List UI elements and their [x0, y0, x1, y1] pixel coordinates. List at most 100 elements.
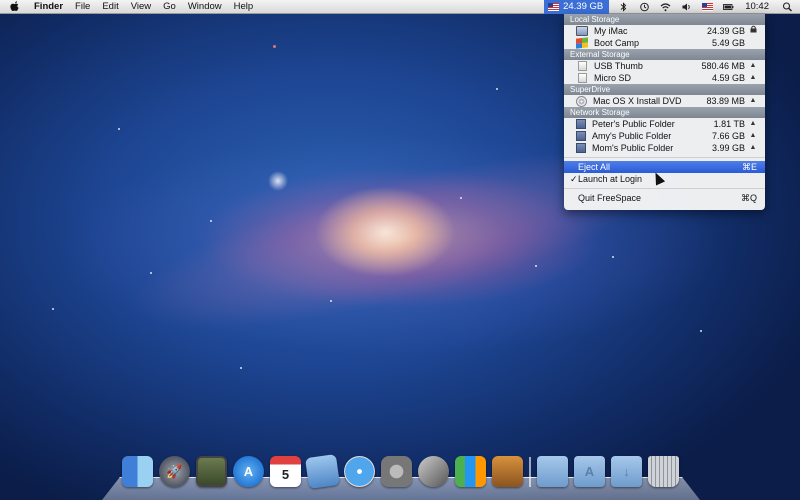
menu-bar: Finder File Edit View Go Window Help 24.… — [0, 0, 800, 14]
quit-freespace-menu-item[interactable]: Quit FreeSpace ⌘Q — [564, 192, 765, 204]
quit-shortcut: ⌘Q — [740, 193, 757, 203]
volume-row-amys-folder[interactable]: Amy's Public Folder 7.66 GB ▲ — [564, 130, 765, 142]
volume-size: 24.39 GB — [706, 26, 745, 36]
star — [240, 367, 242, 369]
volume-size: 83.89 MB — [706, 96, 745, 106]
volume-row-install-dvd[interactable]: Mac OS X Install DVD 83.89 MB ▲ — [564, 95, 765, 107]
keynote-icon[interactable] — [492, 456, 523, 487]
volume-size: 7.66 GB — [711, 131, 745, 141]
drive-icon — [578, 73, 587, 83]
safari-icon[interactable] — [344, 456, 375, 487]
system-preferences-icon[interactable] — [381, 456, 412, 487]
volume-name: Amy's Public Folder — [592, 131, 672, 141]
bluetooth-icon[interactable] — [618, 1, 629, 12]
time-machine-icon[interactable] — [639, 2, 650, 12]
clock[interactable]: 10:42 — [739, 1, 777, 12]
eject-icon[interactable]: ▲ — [749, 142, 757, 154]
star — [52, 308, 54, 310]
eject-icon[interactable]: ▲ — [749, 60, 757, 72]
applications-folder-icon[interactable]: A — [574, 456, 605, 487]
drive-icon — [578, 61, 587, 71]
drive-flag-icon — [548, 2, 560, 11]
numbers-icon[interactable] — [455, 456, 486, 487]
dock-divider — [529, 457, 531, 487]
menu-finder[interactable]: Finder — [28, 0, 69, 14]
lock-icon — [749, 25, 757, 38]
section-header-superdrive: SuperDrive — [564, 84, 765, 95]
eject-icon[interactable]: ▲ — [749, 118, 757, 130]
status-area: 24.39 GB 10:42 — [544, 0, 800, 14]
dvd-icon — [576, 95, 587, 107]
network-drive-icon — [576, 119, 586, 129]
downloads-folder-icon[interactable]: ↓ — [611, 456, 642, 487]
volume-name: Boot Camp — [594, 38, 640, 48]
menu-separator — [564, 188, 765, 189]
quill-icon[interactable] — [418, 456, 449, 487]
wifi-icon[interactable] — [660, 2, 671, 12]
eject-icon[interactable]: ▲ — [749, 95, 757, 107]
volume-name: USB Thumb — [594, 61, 643, 71]
launch-at-login-menu-item[interactable]: ✓Launch at Login — [564, 173, 765, 185]
calendar-day: 5 — [281, 467, 290, 482]
eject-icon[interactable]: ▲ — [749, 72, 757, 84]
calendar-icon[interactable]: 5 — [270, 456, 301, 487]
star — [273, 45, 276, 48]
launchpad-icon[interactable]: 🚀 — [159, 456, 190, 487]
volume-row-my-imac[interactable]: My iMac 24.39 GB — [564, 25, 765, 37]
volume-row-micro-sd[interactable]: Micro SD 4.59 GB ▲ — [564, 72, 765, 84]
volume-name: Micro SD — [594, 73, 632, 83]
app-store-icon[interactable]: A — [233, 456, 264, 487]
network-drive-icon — [576, 143, 586, 153]
trash-icon[interactable] — [648, 456, 679, 487]
volume-size: 580.46 MB — [701, 61, 745, 71]
star — [210, 220, 212, 222]
volume-size: 5.49 GB — [711, 38, 745, 48]
apple-icon[interactable] — [10, 1, 20, 12]
finder-icon[interactable] — [122, 456, 153, 487]
documents-folder-icon[interactable] — [537, 456, 568, 487]
windows-icon — [576, 37, 588, 49]
dock: 🚀 A 5 A ↓ — [102, 453, 700, 500]
volume-icon[interactable] — [681, 2, 692, 12]
menu-view[interactable]: View — [125, 0, 157, 14]
section-header-external-storage: External Storage — [564, 49, 765, 60]
eject-icon[interactable]: ▲ — [749, 130, 757, 142]
network-drive-icon — [576, 131, 586, 141]
input-source-flag-icon[interactable] — [702, 2, 714, 11]
volume-row-moms-folder[interactable]: Mom's Public Folder 3.99 GB ▲ — [564, 142, 765, 154]
star — [118, 128, 120, 130]
eject-all-shortcut: ⌘E — [741, 162, 757, 172]
battery-icon[interactable] — [723, 2, 734, 12]
menu-file[interactable]: File — [69, 0, 96, 14]
quit-label: Quit FreeSpace — [578, 193, 642, 203]
freespace-status-item[interactable]: 24.39 GB — [544, 0, 610, 14]
star — [612, 256, 614, 258]
menu-window[interactable]: Window — [182, 0, 228, 14]
volume-size: 4.59 GB — [711, 73, 745, 83]
volume-name: Peter's Public Folder — [592, 119, 675, 129]
imac-icon — [576, 26, 588, 36]
star — [330, 300, 332, 302]
section-header-network-storage: Network Storage — [564, 107, 765, 118]
volume-name: My iMac — [594, 26, 628, 36]
menu-separator — [564, 157, 765, 158]
section-header-local-storage: Local Storage — [564, 14, 765, 25]
desktop: Finder File Edit View Go Window Help 24.… — [0, 0, 800, 500]
menu-go[interactable]: Go — [157, 0, 182, 14]
eject-all-menu-item[interactable]: Eject All ⌘E — [564, 161, 765, 173]
star — [700, 330, 702, 332]
volume-row-usb-thumb[interactable]: USB Thumb 580.46 MB ▲ — [564, 60, 765, 72]
volume-row-peters-folder[interactable]: Peter's Public Folder 1.81 TB ▲ — [564, 118, 765, 130]
menu-help[interactable]: Help — [228, 0, 260, 14]
star — [496, 88, 498, 90]
volume-name: Mac OS X Install DVD — [593, 96, 682, 106]
mail-icon[interactable] — [304, 453, 341, 490]
volume-size: 1.81 TB — [713, 119, 745, 129]
photo-booth-icon[interactable] — [196, 456, 227, 487]
volume-row-boot-camp[interactable]: Boot Camp 5.49 GB — [564, 37, 765, 49]
menu-edit[interactable]: Edit — [96, 0, 124, 14]
freespace-value: 24.39 GB — [563, 1, 604, 12]
star — [460, 197, 462, 199]
launch-at-login-label: Launch at Login — [578, 174, 643, 184]
spotlight-search-icon[interactable] — [782, 1, 793, 12]
